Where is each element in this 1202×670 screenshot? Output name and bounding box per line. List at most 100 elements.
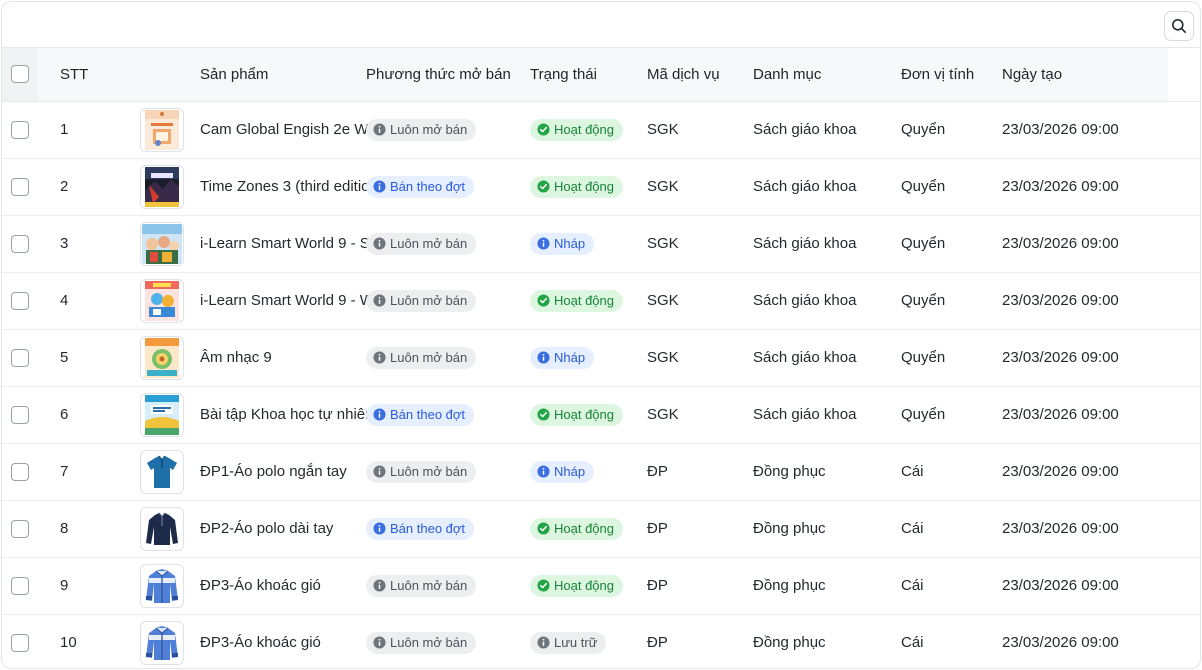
- row-checkbox[interactable]: [11, 633, 29, 652]
- status-badge-label: Hoạt động: [554, 121, 614, 137]
- header-stt[interactable]: STT: [60, 48, 140, 102]
- category: Sách giáo khoa: [753, 329, 901, 387]
- category: Đồng phục: [753, 634, 826, 652]
- category: Sách giáo khoa: [753, 101, 901, 159]
- product-thumbnail[interactable]: [140, 164, 184, 209]
- service-code: SGK: [647, 329, 753, 387]
- check-circle-icon: [537, 123, 550, 136]
- product-thumbnail[interactable]: [140, 278, 184, 323]
- category: Đồng phục: [753, 443, 901, 501]
- created-date: 23/03/2026 09:00: [1002, 101, 1168, 159]
- created-date: 23/03/2026 09:00: [1002, 158, 1168, 216]
- product-name[interactable]: i-Learn Smart World 9 - SB: [200, 215, 392, 273]
- header-category[interactable]: Danh mục: [753, 48, 901, 102]
- category: Sách giáo khoa: [753, 215, 901, 273]
- row-stt: 9: [60, 557, 140, 615]
- row-select-cell: [2, 215, 38, 273]
- row-select-cell: [2, 443, 38, 501]
- check-circle-icon: [537, 579, 550, 592]
- info-icon: [373, 237, 386, 250]
- select-all-checkbox[interactable]: [11, 65, 29, 84]
- info-icon: [373, 351, 386, 364]
- table-row[interactable]: 10 ĐP3-Áo khoác gió Luôn mở bán Lưu trữ ĐP Đồ…: [2, 614, 1200, 668]
- row-select-cell: [2, 557, 38, 615]
- product-thumbnail[interactable]: [140, 620, 184, 665]
- row-checkbox[interactable]: [11, 462, 29, 481]
- product-name[interactable]: Time Zones 3 (third edition) - WB: [200, 158, 420, 216]
- header-service-code[interactable]: Mã dịch vụ: [647, 48, 753, 102]
- product-thumbnail[interactable]: [140, 563, 184, 608]
- table-row[interactable]: 8 ĐP2-Áo polo dài tay Bán theo đợt Hoạt độn…: [2, 500, 1200, 558]
- table-row[interactable]: 4 i-Learn Smart World 9 - WB Luôn mở bán Ho…: [2, 272, 1200, 330]
- table-row[interactable]: 1 Cam Global Engish 2e WorkBook Luôn mở bá…: [2, 101, 1200, 159]
- table-row[interactable]: 9 ĐP3-Áo khoác gió Luôn mở bán Hoạt động ĐP Đ…: [2, 557, 1200, 615]
- table-row[interactable]: 2 Time Zones 3 (third edition) - WB Bán th…: [2, 158, 1200, 216]
- row-checkbox[interactable]: [11, 120, 29, 139]
- product-thumbnail[interactable]: [140, 449, 184, 494]
- product-name[interactable]: ĐP3-Áo khoác gió: [200, 614, 392, 668]
- product-name[interactable]: ĐP3-Áo khoác gió: [200, 557, 392, 615]
- table-row[interactable]: 7 ĐP1-Áo polo ngắn tay Luôn mở bán Nháp ĐP Đồ…: [2, 443, 1200, 501]
- product-thumbnail[interactable]: [140, 506, 184, 551]
- info-icon: [537, 465, 550, 478]
- sale-method-badge-label: Luôn mở bán: [390, 292, 468, 308]
- row-stt: 10: [60, 634, 77, 652]
- status-badge: Hoạt động: [530, 517, 623, 540]
- header-sale-method[interactable]: Phương thức mở bán: [366, 48, 530, 102]
- row-checkbox[interactable]: [11, 519, 29, 538]
- table-row[interactable]: 6 Bài tập Khoa học tự nhiên 9 Bán theo đợt…: [2, 386, 1200, 444]
- product-name[interactable]: Bài tập Khoa học tự nhiên 9: [200, 386, 392, 444]
- header-status[interactable]: Trạng thái: [530, 48, 647, 102]
- row-checkbox[interactable]: [11, 291, 29, 310]
- info-icon: [373, 636, 386, 649]
- row-checkbox[interactable]: [11, 348, 29, 367]
- product-thumbnail[interactable]: [140, 107, 184, 152]
- header-unit[interactable]: Đơn vị tính: [901, 48, 1010, 102]
- sale-method-badge: Bán theo đợt: [366, 175, 475, 198]
- sale-method-badge: Bán theo đợt: [366, 403, 475, 426]
- info-icon: [373, 123, 386, 136]
- product-thumbnail[interactable]: [140, 335, 184, 380]
- table-row[interactable]: 3 i-Learn Smart World 9 - SB Luôn mở bán Nh…: [2, 215, 1200, 273]
- row-select-cell: [2, 272, 38, 330]
- created-date: 23/03/2026 09:00: [1002, 386, 1168, 444]
- sale-method-badge-label: Luôn mở bán: [390, 121, 468, 137]
- product-thumbnail[interactable]: [140, 221, 184, 266]
- sale-method-badge-label: Luôn mở bán: [390, 463, 468, 479]
- check-circle-icon: [537, 180, 550, 193]
- product-name[interactable]: ĐP2-Áo polo dài tay: [200, 500, 392, 558]
- unit: Cái: [901, 557, 1010, 615]
- row-checkbox[interactable]: [11, 234, 29, 253]
- table-row[interactable]: 5 Âm nhạc 9 Luôn mở bán Nháp SGK Sách giáo kh…: [2, 329, 1200, 387]
- unit: Quyển: [901, 158, 1010, 216]
- service-code: ĐP: [647, 500, 753, 558]
- check-circle-icon: [537, 522, 550, 535]
- row-select-cell: [2, 386, 38, 444]
- sale-method-badge-label: Luôn mở bán: [390, 235, 468, 251]
- search-button[interactable]: [1164, 11, 1194, 41]
- product-name[interactable]: Âm nhạc 9: [200, 329, 392, 387]
- table-header-row: STT Sản phẩm Phương thức mở bán Trạng th…: [2, 48, 1200, 102]
- sale-method-badge: Luôn mở bán: [366, 574, 477, 597]
- product-name[interactable]: Cam Global Engish 2e WorkBook: [200, 101, 423, 159]
- unit: Quyển: [901, 329, 1010, 387]
- product-name[interactable]: ĐP1-Áo polo ngắn tay: [200, 443, 392, 501]
- product-name[interactable]: i-Learn Smart World 9 - WB: [200, 272, 392, 330]
- header-product[interactable]: Sản phẩm: [200, 48, 392, 102]
- product-thumbnail[interactable]: [140, 392, 184, 437]
- row-checkbox[interactable]: [11, 576, 29, 595]
- table-toolbar: [2, 2, 1200, 48]
- created-date: 23/03/2026 09:00: [1002, 329, 1168, 387]
- status-badge-label: Hoạt động: [554, 292, 614, 308]
- unit: Quyển: [901, 272, 1010, 330]
- row-checkbox[interactable]: [11, 405, 29, 424]
- row-stt: 5: [60, 329, 140, 387]
- created-date: 23/03/2026 09:00: [1002, 557, 1168, 615]
- info-icon: [537, 351, 550, 364]
- header-created[interactable]: Ngày tạo: [1002, 48, 1168, 102]
- row-checkbox[interactable]: [11, 177, 29, 196]
- info-icon: [373, 180, 386, 193]
- created-date: 23/03/2026 09:00: [1002, 443, 1168, 501]
- sale-method-badge-label: Bán theo đợt: [390, 520, 466, 536]
- service-code: SGK: [647, 215, 753, 273]
